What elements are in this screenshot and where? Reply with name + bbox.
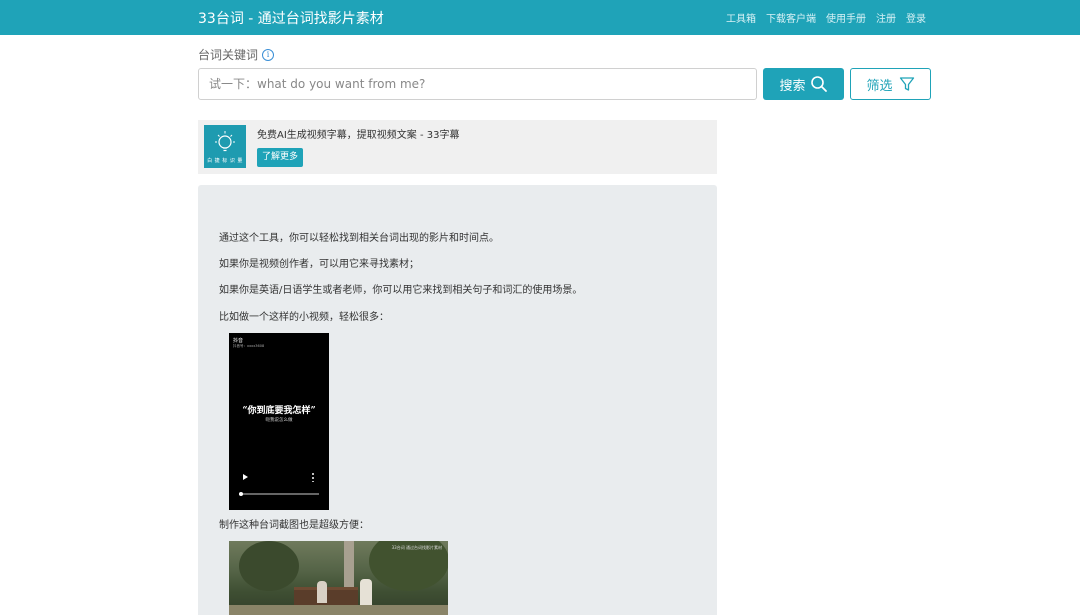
intro-line: 制作这种台词截图也是超级方便：	[219, 520, 369, 531]
p-2	[360, 579, 372, 605]
video-progress-bar[interactable]	[239, 492, 319, 496]
video-subtitle: 呃我说怎么做	[265, 418, 293, 423]
nav-toolbox[interactable]: 工具箱	[726, 10, 756, 25]
intro-panel: 通过这个工具，你可以轻松找到相关台词出现的影片和时间点。 如果你是视频创作者，可…	[198, 185, 717, 615]
movie-screenshot: 33台词 通过台词找影片素材	[229, 541, 448, 615]
promo-text[interactable]: 免费AI生成视频字幕，提取视频文案 - 33字幕	[257, 126, 459, 141]
screenshot-watermark: 33台词 通过台词找影片素材	[391, 545, 442, 550]
path	[229, 605, 448, 615]
search-button[interactable]: 搜索	[763, 68, 844, 100]
lightbulb-icon	[215, 131, 235, 152]
search-button-label: 搜索	[779, 78, 806, 94]
top-bar: 33台词 - 通过台词找影片素材 工具箱 下载客户端 使用手册 注册 登录	[0, 0, 1080, 35]
intro-line: 如果你是视频创作者，可以用它来寻找素材；	[219, 259, 419, 270]
more-options-icon[interactable]	[312, 472, 314, 482]
lightbulb-logo[interactable]: 白 捷 标 识 量	[204, 125, 246, 168]
filter-icon	[899, 77, 914, 91]
nav-download-client[interactable]: 下载客户端	[766, 10, 816, 25]
search-icon	[810, 76, 827, 92]
site-title[interactable]: 33台词 - 通过台词找影片素材	[198, 8, 384, 28]
play-icon[interactable]	[243, 474, 248, 480]
filter-button-label: 筛选	[866, 78, 893, 94]
promo-banner: 白 捷 标 识 量 免费AI生成视频字幕，提取视频文案 - 33字幕 了解更多	[198, 120, 717, 174]
intro-line: 如果你是英语/日语学生或者老师，你可以用它来找到相关句子和词汇的使用场景。	[219, 285, 583, 296]
search-input[interactable]	[198, 68, 757, 100]
search-label-row: 台词关键词 i	[198, 46, 275, 63]
nav-login[interactable]: 登录	[906, 10, 926, 25]
nav-user-manual[interactable]: 使用手册	[826, 10, 866, 25]
search-label: 台词关键词	[198, 48, 259, 62]
video-app-name: 抖音	[233, 338, 244, 344]
p-1	[317, 581, 327, 603]
video-quote: “你到底要我怎样”	[242, 406, 316, 416]
top-nav: 工具箱 下载客户端 使用手册 注册 登录	[726, 10, 926, 25]
nav-register[interactable]: 注册	[876, 10, 896, 25]
intro-line: 比如做一个这样的小视频，轻松很多：	[219, 312, 389, 323]
video-account: 抖音号：xxxx3608	[233, 344, 265, 348]
tree-1	[239, 541, 299, 591]
info-icon[interactable]: i	[262, 48, 275, 61]
learn-more-button[interactable]: 了解更多	[257, 148, 304, 167]
sample-video[interactable]: 抖音 抖音号：xxxx3608 “你到底要我怎样” 呃我说怎么做	[229, 333, 329, 510]
logo-caption: 白 捷 标 识 量	[207, 158, 243, 164]
intro-line: 通过这个工具，你可以轻松找到相关台词出现的影片和时间点。	[219, 233, 499, 244]
filter-button[interactable]: 筛选	[850, 68, 931, 100]
